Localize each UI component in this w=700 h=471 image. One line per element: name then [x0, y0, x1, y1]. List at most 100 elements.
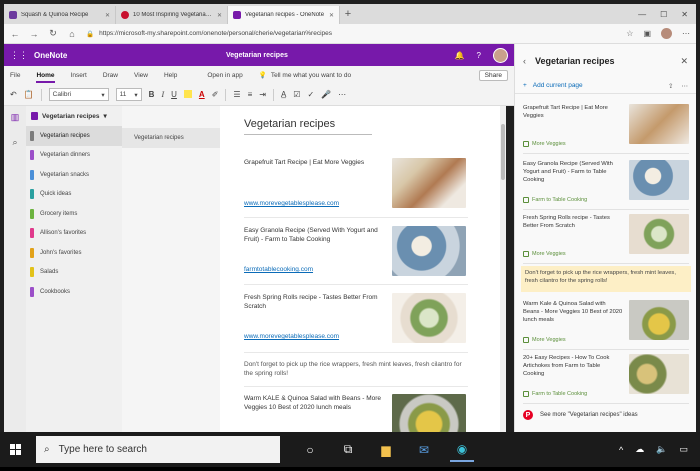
profile-avatar[interactable]: [661, 28, 672, 39]
page-item-vegetarian-recipes[interactable]: Vegetarian recipes: [122, 128, 220, 148]
section-salads[interactable]: Salads: [26, 263, 122, 283]
share-button[interactable]: Share: [478, 69, 508, 81]
more-options-icon[interactable]: ⋯: [338, 90, 346, 99]
back-chevron-icon[interactable]: ‹: [523, 56, 526, 66]
section-grocery-items[interactable]: Grocery items: [26, 204, 122, 224]
clear-format-icon[interactable]: ✐: [212, 90, 219, 99]
font-size-select[interactable]: 11 ▾: [115, 88, 142, 101]
refresh-icon[interactable]: ↻: [48, 28, 58, 39]
user-avatar[interactable]: [493, 47, 508, 63]
numbered-list-icon[interactable]: ≡: [248, 90, 253, 99]
bold-button[interactable]: B: [149, 90, 155, 99]
tag-icon[interactable]: ☑: [293, 90, 300, 99]
forward-icon[interactable]: →: [29, 29, 39, 39]
section-quick-ideas[interactable]: Quick ideas: [26, 185, 122, 205]
tab-file[interactable]: File: [10, 72, 20, 79]
recipe-block[interactable]: Fresh Spring Rolls recipe - Tastes Bette…: [244, 293, 468, 343]
collection-card[interactable]: Grapefruit Tart Recipe | Eat More Veggie…: [523, 100, 689, 154]
recipe-block[interactable]: Grapefruit Tart Recipe | Eat More Veggie…: [244, 158, 468, 208]
more-options-icon[interactable]: ⋯: [682, 82, 689, 90]
font-name-select[interactable]: Calibri ▾: [48, 88, 109, 101]
recipe-block[interactable]: Warm KALE & Quinoa Salad with Beans - Mo…: [244, 394, 468, 432]
search-icon[interactable]: ⌕: [12, 137, 17, 148]
collection-card[interactable]: Warm Kale & Quinoa Salad with Beans - Mo…: [523, 296, 689, 350]
recipe-link[interactable]: farmtotablecooking.com: [244, 266, 313, 273]
highlight-icon[interactable]: [183, 89, 192, 100]
app-name[interactable]: OneNote: [34, 51, 67, 60]
note-text[interactable]: Don't forget to pick up the rice wrapper…: [244, 360, 468, 378]
browser-tab[interactable]: 10 Most Inspiring Vegetarian Recipes ✕: [116, 6, 228, 24]
taskbar-search[interactable]: ⌕ Type here to search: [36, 436, 280, 463]
undo-icon[interactable]: ↶: [10, 90, 17, 99]
task-view-icon[interactable]: ⧉: [336, 438, 360, 462]
collection-card[interactable]: Easy Granola Recipe (Served With Yogurt …: [523, 156, 689, 210]
clipboard-icon[interactable]: 📋: [24, 90, 34, 99]
tab-draw[interactable]: Draw: [103, 72, 118, 79]
recipe-block[interactable]: Easy Granola Recipe (Served With Yogurt …: [244, 226, 468, 276]
onedrive-icon[interactable]: ☁: [635, 444, 644, 455]
notifications-icon[interactable]: ▭: [679, 444, 688, 455]
help-icon[interactable]: ?: [477, 51, 481, 60]
recipe-link[interactable]: www.morevegetablesplease.com: [244, 333, 339, 340]
section-vegetarian-snacks[interactable]: Vegetarian snacks: [26, 165, 122, 185]
recipe-link[interactable]: www.morevegetablesplease.com: [244, 200, 339, 207]
section-allisons-favorites[interactable]: Allison's favorites: [26, 224, 122, 244]
chevron-up-icon[interactable]: ^: [619, 445, 623, 455]
notebooks-icon[interactable]: ▥: [11, 112, 20, 123]
tab-help[interactable]: Help: [164, 72, 177, 79]
page-canvas[interactable]: Vegetarian recipes Grapefruit Tart Recip…: [220, 106, 506, 432]
back-icon[interactable]: ←: [10, 29, 20, 39]
canvas-scrollbar[interactable]: [500, 106, 506, 432]
home-icon[interactable]: ⌂: [67, 29, 77, 39]
spelling-icon[interactable]: ✓: [307, 90, 314, 99]
url-field[interactable]: 🔒 https://microsoft-my.sharepoint.com/on…: [86, 30, 617, 38]
bullet-list-icon[interactable]: ☰: [233, 90, 240, 99]
section-cookbooks[interactable]: Cookbooks: [26, 282, 122, 302]
browser-tab-active[interactable]: Vegetarian recipes - OneNote ✕: [228, 6, 340, 24]
open-in-app-button[interactable]: Open in app: [207, 72, 242, 79]
section-vegetarian-dinners[interactable]: Vegetarian dinners: [26, 146, 122, 166]
cortana-icon[interactable]: ○: [298, 438, 322, 462]
collections-icon[interactable]: ▣: [643, 29, 651, 38]
app-launcher-icon[interactable]: ⋮⋮: [10, 50, 28, 61]
volume-icon[interactable]: 🔈: [656, 444, 667, 455]
tab-insert[interactable]: Insert: [71, 72, 87, 79]
mail-icon[interactable]: ✉: [412, 438, 436, 462]
tell-me-search[interactable]: 💡 Tell me what you want to do: [259, 71, 351, 80]
browser-tab[interactable]: Squash & Quinoa Recipe ✕: [4, 6, 116, 24]
tab-close-icon[interactable]: ✕: [105, 12, 110, 19]
favorite-star-icon[interactable]: ☆: [626, 29, 633, 38]
notebook-switcher[interactable]: Vegetarian recipes ▾: [26, 106, 122, 126]
collection-card[interactable]: Fresh Spring Rolls recipe - Tastes Bette…: [523, 210, 689, 264]
section-johns-favorites[interactable]: John's favorites: [26, 243, 122, 263]
start-button[interactable]: [0, 444, 30, 455]
italic-button[interactable]: I: [161, 90, 164, 99]
dictate-icon[interactable]: 🎤: [321, 90, 331, 99]
underline-button[interactable]: U: [171, 90, 177, 99]
note-card[interactable]: Don't forget to pick up the rice wrapper…: [521, 266, 691, 292]
font-color-icon[interactable]: A: [199, 90, 205, 99]
share-icon[interactable]: ⇪: [668, 82, 673, 90]
tab-view[interactable]: View: [134, 72, 148, 79]
close-icon[interactable]: ✕: [680, 56, 688, 67]
new-tab-button[interactable]: +: [340, 8, 356, 20]
indent-icon[interactable]: ⇥: [259, 90, 266, 99]
page-title[interactable]: Vegetarian recipes: [244, 118, 335, 130]
tab-close-icon[interactable]: ✕: [329, 12, 334, 19]
file-explorer-icon[interactable]: ▆: [374, 438, 398, 462]
tab-close-icon[interactable]: ✕: [217, 12, 222, 19]
plus-icon[interactable]: +: [523, 82, 527, 89]
bell-icon[interactable]: 🔔: [455, 51, 465, 60]
more-menu-icon[interactable]: ⋯: [682, 29, 690, 38]
maximize-icon[interactable]: ☐: [660, 10, 667, 19]
tab-home[interactable]: Home: [36, 72, 55, 83]
pinterest-ideas-link[interactable]: P See more "Vegetarian recipes" ideas: [523, 410, 638, 420]
styles-icon[interactable]: A̲: [281, 90, 286, 99]
minimize-icon[interactable]: —: [638, 10, 646, 19]
section-vegetarian-recipes[interactable]: Vegetarian recipes: [26, 126, 122, 146]
add-current-page-button[interactable]: Add current page: [533, 82, 583, 89]
collection-card[interactable]: 20+ Easy Recipes - How To Cook Artichoke…: [523, 350, 689, 404]
scroll-thumb[interactable]: [501, 124, 505, 180]
notebook-title[interactable]: Vegetarian recipes: [226, 52, 288, 59]
close-window-icon[interactable]: ✕: [681, 10, 688, 19]
